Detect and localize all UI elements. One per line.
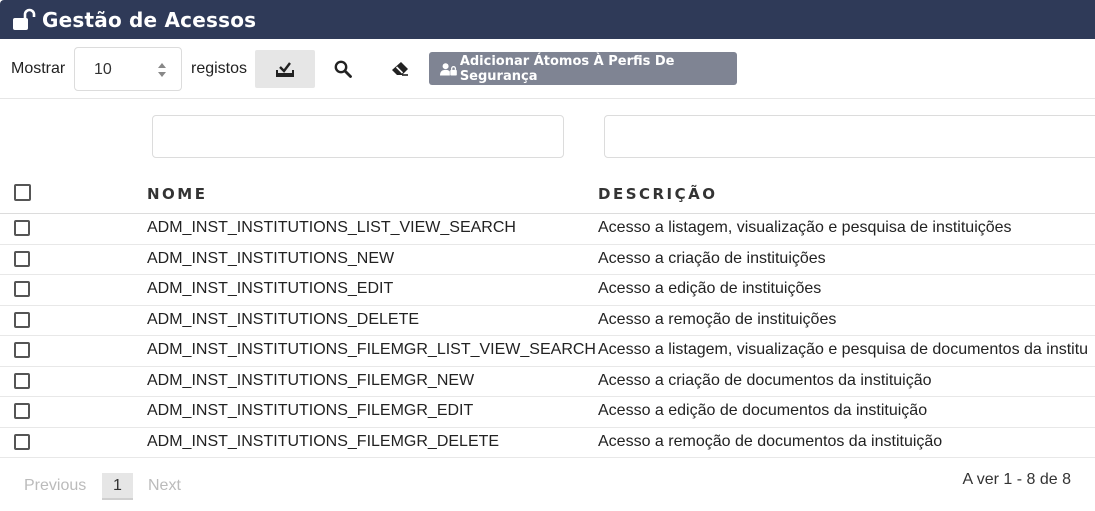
lock-open-icon [12,8,36,32]
row-checkbox[interactable] [14,220,30,236]
row-description: Acesso a remoção de documentos da instit… [598,432,943,450]
eraser-icon [392,62,408,76]
page-size-value: 10 [94,61,112,78]
pagination-previous[interactable]: Previous [24,477,86,495]
table-row[interactable]: ADM_INST_INSTITUTIONS_DELETE Acesso a re… [0,306,1095,336]
select-all-checkbox[interactable] [14,184,31,201]
column-header-description[interactable]: DESCRIÇÃO [598,185,718,203]
page-title: Gestão de Acessos [42,7,257,32]
table-toolbar: Mostrar 10 registos Adicionar Átomos À P… [0,39,1095,99]
table-body: ADM_INST_INSTITUTIONS_LIST_VIEW_SEARCH A… [0,214,1095,458]
row-name: ADM_INST_INSTITUTIONS_NEW [147,249,395,267]
row-checkbox[interactable] [14,250,30,267]
table-footer: Previous 1 Next A ver 1 - 8 de 8 [0,458,1095,511]
row-description: Acesso a edição de documentos da institu… [598,402,928,419]
page-size-stepper[interactable]: 10 [74,47,182,91]
row-name: ADM_INST_INSTITUTIONS_EDIT [147,280,394,297]
table-row[interactable]: ADM_INST_INSTITUTIONS_NEW Acesso a criaç… [0,245,1095,275]
table-row[interactable]: ADM_INST_INSTITUTIONS_FILEMGR_LIST_VIEW_… [0,336,1095,367]
add-atoms-button[interactable]: Adicionar Átomos À Perfis De Segurança [429,52,737,85]
table-row[interactable]: ADM_INST_INSTITUTIONS_FILEMGR_EDIT Acess… [0,397,1095,428]
row-description: Acesso a listagem, visualização e pesqui… [598,341,1089,358]
search-icon [334,60,352,78]
column-header-name[interactable]: NOME [147,185,207,203]
row-description: Acesso a edição de instituições [598,280,822,297]
row-name: ADM_INST_INSTITUTIONS_FILEMGR_LIST_VIEW_… [147,341,596,358]
table-row[interactable]: ADM_INST_INSTITUTIONS_EDIT Acesso a ediç… [0,275,1095,306]
row-name: ADM_INST_INSTITUTIONS_FILEMGR_NEW [147,371,475,389]
row-description: Acesso a listagem, visualização e pesqui… [598,219,1012,236]
row-checkbox[interactable] [14,403,30,419]
search-button[interactable] [323,50,363,88]
description-filter-input[interactable] [604,115,1095,158]
pagination-next[interactable]: Next [148,477,181,495]
pagination-info: A ver 1 - 8 de 8 [962,471,1071,488]
table-row[interactable]: ADM_INST_INSTITUTIONS_FILEMGR_NEW Acesso… [0,367,1095,397]
download-tray-icon [276,62,294,77]
name-filter-input[interactable] [152,115,564,158]
row-checkbox[interactable] [14,342,30,358]
show-label: Mostrar [11,60,66,77]
row-checkbox[interactable] [14,372,30,389]
row-name: ADM_INST_INSTITUTIONS_FILEMGR_EDIT [147,402,474,419]
row-name: ADM_INST_INSTITUTIONS_DELETE [147,310,420,328]
row-description: Acesso a criação de documentos da instit… [598,371,932,389]
page-header: Gestão de Acessos [0,0,1095,39]
records-label: registos [191,60,248,77]
export-button[interactable] [255,50,315,88]
row-checkbox[interactable] [14,311,30,328]
add-atoms-button-label: Adicionar Átomos À Perfis De Segurança [459,53,675,84]
row-checkbox[interactable] [14,433,30,450]
user-lock-icon [440,62,457,76]
table-row[interactable]: ADM_INST_INSTITUTIONS_FILEMGR_DELETE Ace… [0,428,1095,458]
table-row[interactable]: ADM_INST_INSTITUTIONS_LIST_VIEW_SEARCH A… [0,214,1095,245]
table-header: NOME DESCRIÇÃO [0,176,1095,214]
row-description: Acesso a criação de instituições [598,249,826,267]
clear-filters-button[interactable] [380,50,420,88]
row-name: ADM_INST_INSTITUTIONS_FILEMGR_DELETE [147,432,500,450]
row-description: Acesso a remoção de instituições [598,310,837,328]
pagination-page-1[interactable]: 1 [102,473,133,500]
row-name: ADM_INST_INSTITUTIONS_LIST_VIEW_SEARCH [147,219,516,236]
stepper-arrows-icon[interactable] [157,61,167,79]
row-checkbox[interactable] [14,281,30,297]
